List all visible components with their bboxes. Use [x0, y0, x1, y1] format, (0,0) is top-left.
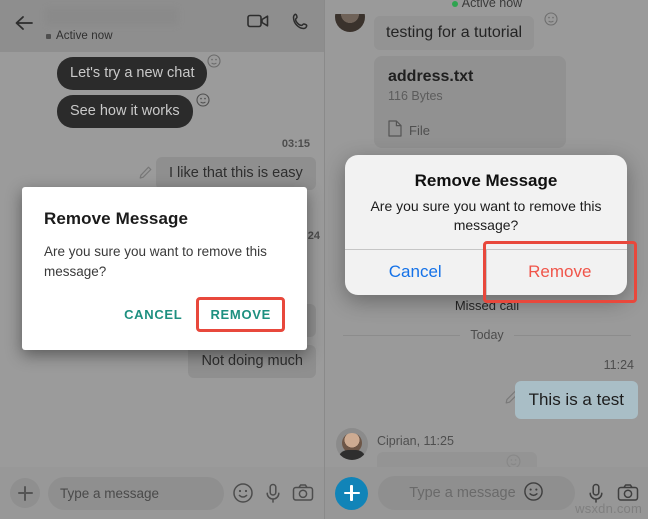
video-call-icon[interactable] — [247, 12, 269, 31]
ios-screen: Active now testing for a tutorial addres… — [324, 0, 648, 519]
dialog-title: Remove Message — [414, 171, 558, 190]
cancel-button[interactable]: CANCEL — [114, 299, 192, 330]
android-presence-status: Active now — [46, 30, 247, 42]
android-status-label: Active now — [56, 30, 113, 42]
dual-screenshot-container: Active now Let's try a new chat See how … — [0, 0, 648, 519]
ios-message-input[interactable]: Type a message — [378, 476, 575, 510]
avatar[interactable] — [336, 428, 368, 460]
message-text: testing for a tutorial — [386, 24, 523, 41]
message-bubble: Let's try a new chat — [57, 57, 208, 90]
ios-remove-message-dialog: Remove Message Are you sure you want to … — [345, 155, 637, 303]
message-timestamp: 11:24 — [603, 358, 634, 372]
dialog-actions: Cancel Remove — [345, 240, 637, 303]
message-bubble[interactable]: This is a test — [514, 381, 638, 419]
message-bubble: I like that this is easy — [156, 157, 316, 190]
message-text: See how it works — [70, 103, 180, 119]
android-message-input[interactable]: Type a message — [48, 476, 224, 510]
remove-button[interactable]: REMOVE — [203, 304, 278, 325]
dialog-title: Remove Message — [44, 209, 189, 228]
edit-pencil-icon[interactable] — [138, 165, 153, 180]
cancel-button[interactable]: Cancel — [345, 250, 486, 295]
back-arrow-icon[interactable] — [10, 8, 40, 38]
camera-icon[interactable] — [292, 482, 314, 504]
plus-icon[interactable] — [10, 478, 40, 508]
presence-dot-icon — [451, 0, 458, 7]
android-header-actions — [247, 6, 314, 31]
reaction-smiley-icon[interactable] — [544, 12, 558, 26]
android-contact-block[interactable]: Active now — [40, 6, 247, 42]
message-bubble: See how it works — [57, 95, 193, 128]
message-text: This is a test — [528, 390, 624, 409]
file-document-icon — [388, 120, 402, 140]
divider-rule-left — [343, 334, 461, 336]
avatar — [335, 14, 365, 32]
remove-button-highlight: REMOVE — [196, 297, 285, 333]
file-size: 116 Bytes — [388, 89, 443, 103]
android-input-bar: Type a message — [0, 467, 324, 519]
message-input-placeholder: Type a message — [409, 485, 516, 501]
message-input-placeholder: Type a message — [60, 485, 160, 501]
message-text: Not doing much — [201, 353, 303, 369]
ios-status-label: Active now — [461, 0, 523, 10]
android-screen: Active now Let's try a new chat See how … — [0, 0, 324, 519]
android-remove-message-dialog: Remove Message Are you sure you want to … — [22, 187, 307, 351]
message-timestamp-partial: 24 — [307, 230, 320, 242]
ios-dialog-head: Remove Message Are you sure you want to … — [345, 155, 627, 249]
phone-call-icon[interactable] — [291, 12, 310, 31]
message-timestamp: 03:15 — [281, 138, 310, 150]
file-kind-label: File — [409, 122, 430, 138]
ios-presence-status: Active now — [325, 0, 648, 10]
emoji-icon[interactable] — [523, 481, 544, 506]
contact-name-redacted — [46, 8, 178, 25]
reaction-smiley-icon[interactable] — [207, 54, 221, 68]
watermark: wsxdn.com — [575, 501, 642, 516]
file-name: address.txt — [388, 68, 474, 85]
presence-dot-icon — [46, 33, 51, 39]
remove-button[interactable]: Remove — [482, 240, 637, 303]
plus-icon[interactable] — [335, 476, 368, 510]
microphone-icon[interactable] — [262, 482, 284, 504]
dialog-actions: CANCEL REMOVE — [44, 297, 285, 342]
message-text: Let's try a new chat — [70, 65, 195, 81]
message-text: I like that this is easy — [169, 165, 303, 181]
android-chat-header: Active now — [0, 0, 324, 52]
date-divider: Today — [325, 328, 648, 342]
remove-button-highlight: Remove — [482, 240, 637, 303]
dialog-message: Are you sure you want to remove this mes… — [370, 198, 602, 233]
divider-rule-right — [513, 334, 632, 336]
file-kind-row: File — [388, 120, 552, 140]
emoji-icon[interactable] — [232, 482, 254, 504]
sender-line: Ciprian, 11:25 — [377, 434, 454, 448]
date-divider-label: Today — [470, 328, 504, 342]
reaction-smiley-icon[interactable] — [196, 93, 210, 107]
file-attachment-card[interactable]: address.txt 116 Bytes File — [374, 56, 566, 148]
dialog-message: Are you sure you want to remove this mes… — [44, 244, 267, 279]
message-bubble[interactable]: testing for a tutorial — [374, 16, 535, 50]
